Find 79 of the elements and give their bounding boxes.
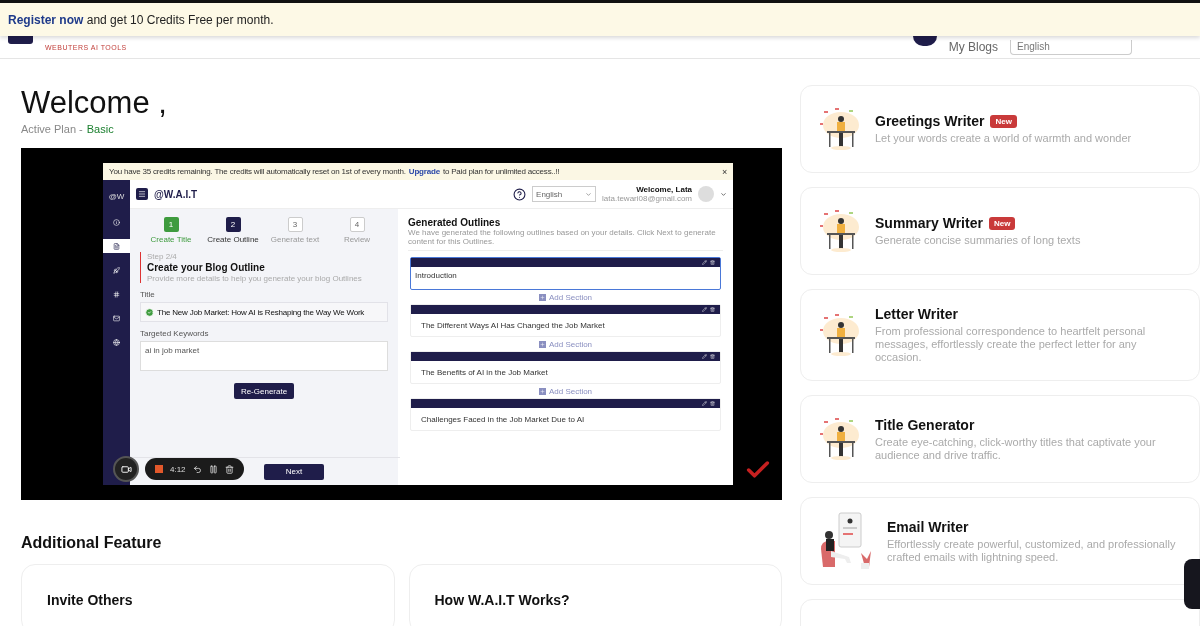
step-number[interactable]: 4 xyxy=(349,217,365,232)
tool-description: Let your words create a world of warmth and wonder xyxy=(875,132,1133,145)
welcome-title: Welcome , xyxy=(21,85,168,121)
language-select[interactable]: English xyxy=(532,186,597,202)
section-heading: Additional Feature xyxy=(21,534,163,552)
app-logo: @W.A.I.T xyxy=(154,188,198,200)
plan-label: Active Plan - xyxy=(21,123,83,135)
regenerate-button[interactable]: Re-Generate xyxy=(234,383,294,399)
step-counter: Step 2/4 xyxy=(147,252,178,261)
user-greeting: Welcome, Lata xyxy=(636,185,692,194)
recording-time: 4:12 xyxy=(170,464,186,474)
pause-icon[interactable] xyxy=(208,464,218,474)
tool-description: From professional correspondence to heartfelt personal messages, effortlessly create the perfect letter for any occasion. xyxy=(875,325,1147,364)
step-label: Create Title xyxy=(150,235,192,244)
register-link[interactable]: Register now xyxy=(8,12,84,27)
outline-text[interactable]: The Different Ways AI Has Changed the Job Market xyxy=(411,314,720,336)
caret-icon[interactable] xyxy=(720,190,727,198)
edit-icon[interactable] xyxy=(702,260,707,265)
close-button[interactable]: × xyxy=(721,166,727,177)
check-icon xyxy=(145,307,154,317)
plus-icon xyxy=(538,293,546,301)
section-heading: Create your Blog Outline xyxy=(147,262,266,273)
delete-icon[interactable] xyxy=(710,260,715,265)
step-label: Generate text xyxy=(270,235,320,244)
outline-text[interactable]: The Benefits of AI in the Job Market xyxy=(411,361,720,383)
tool-card[interactable]: Greetings Writer New Let your words create a world of warmth and wonder xyxy=(800,85,1200,173)
plus-icon xyxy=(538,340,546,348)
field-label: Targeted Keywords xyxy=(140,329,210,338)
step-label: Create Outline xyxy=(207,235,259,244)
caret-icon xyxy=(585,190,593,198)
plan-name: Basic xyxy=(86,123,114,135)
tool-card[interactable]: Email Writer Effortlessly create powerful, customized, and professionally crafted emails with lightning speed. xyxy=(800,497,1200,585)
edit-icon[interactable] xyxy=(702,307,707,312)
tool-card[interactable]: Letter Writer From professional correspondence to heartfelt personal messages, effortlessly create the perfect letter for any occasion. xyxy=(800,289,1200,381)
video-camera-icon xyxy=(120,463,132,475)
edit-icon[interactable] xyxy=(702,401,707,406)
undo-icon[interactable] xyxy=(192,464,202,474)
logo-icon[interactable] xyxy=(8,36,33,44)
notice-text: You have 35 credits remaining. The credits will automatically reset on 1st of every month. xyxy=(109,167,406,176)
tool-description: Generate concise summaries of long texts xyxy=(875,234,1082,247)
nav-logo: @W xyxy=(108,192,125,201)
title-field[interactable]: The New Job Market: How AI is Reshaping the Way We Work xyxy=(140,302,388,322)
document-icon[interactable] xyxy=(103,239,130,253)
edit-icon[interactable] xyxy=(702,354,707,359)
section-subheading: Provide more details to help you generate your blog Outlines xyxy=(147,274,363,283)
notice-text: to Paid plan for unlimited access..!! xyxy=(442,167,560,176)
tool-title: Summary Writer xyxy=(875,215,983,231)
new-badge: New xyxy=(988,216,1016,230)
outlines-description: We have generated the following outlines based on your details. Click Next to generate content for this Outlines. xyxy=(408,228,723,251)
step-number[interactable]: 3 xyxy=(287,217,303,232)
nav-link[interactable]: My Blogs xyxy=(948,40,998,54)
delete-icon[interactable] xyxy=(710,354,715,359)
tool-title: Greetings Writer xyxy=(875,113,985,129)
tool-description: Create eye-catching, click-worthy titles that captivate your audience and drive traffic. xyxy=(875,435,1157,462)
plus-icon xyxy=(538,387,546,395)
upgrade-link[interactable]: Upgrade xyxy=(408,167,440,176)
step-label: Review xyxy=(343,235,371,244)
field-label: Title xyxy=(140,290,156,299)
menu-button[interactable] xyxy=(136,188,148,200)
outline-text[interactable]: Challenges Faced in the Job Market Due to AI xyxy=(411,408,720,430)
tool-card[interactable]: Title Generator Create eye-catching, click-worthy titles that captivate your audience and drive traffic. xyxy=(800,395,1200,483)
delete-icon[interactable] xyxy=(710,307,715,312)
tool-card[interactable]: Summary Writer New Generate concise summaries of long texts xyxy=(800,187,1200,275)
outline-text[interactable]: Introduction xyxy=(411,267,720,289)
tool-title: Letter Writer xyxy=(875,306,958,322)
new-badge: New xyxy=(990,114,1017,128)
banner-text: and get 10 Credits Free per month. xyxy=(86,12,274,27)
next-button[interactable]: Next xyxy=(264,463,324,480)
step-number[interactable]: 2 xyxy=(225,217,241,232)
tool-description: Effortlessly create powerful, customized, and professionally crafted emails with lightning speed. xyxy=(887,537,1177,564)
step-number[interactable]: 1 xyxy=(163,217,179,232)
language-select[interactable]: English xyxy=(1010,39,1132,55)
delete-icon[interactable] xyxy=(710,401,715,406)
keywords-field[interactable]: ai in job market xyxy=(140,341,388,371)
delete-icon[interactable] xyxy=(224,464,234,474)
user-email: lata.tewari08@gmail.com xyxy=(602,194,692,203)
tool-title: Title Generator xyxy=(875,416,975,433)
outlines-heading: Generated Outlines xyxy=(408,217,502,228)
tool-title: Email Writer xyxy=(887,518,969,535)
